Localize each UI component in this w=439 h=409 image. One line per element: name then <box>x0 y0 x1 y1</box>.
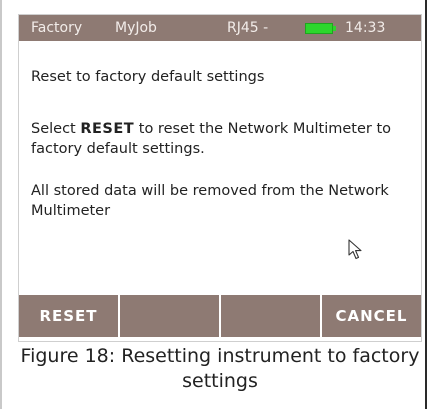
instruction-prefix: Select <box>31 121 81 137</box>
device-screen: Factory MyJob RJ45 - 14:33 Reset to fact… <box>18 14 422 342</box>
data-removal-notice: All stored data will be removed from the… <box>31 183 389 219</box>
cancel-button[interactable]: CANCEL <box>322 295 421 337</box>
status-time: 14:33 <box>345 20 386 36</box>
reset-instruction: Select RESET to reset the Network Multim… <box>31 119 411 159</box>
status-port: RJ45 - <box>227 20 269 36</box>
screen-title: Reset to factory default settings <box>31 69 265 85</box>
instruction-keyword: RESET <box>80 121 135 137</box>
status-job-name: MyJob <box>115 20 157 36</box>
document-left-rule <box>0 0 2 409</box>
battery-icon <box>305 23 336 34</box>
figure-caption: Figure 18: Resetting instrument to facto… <box>20 345 420 392</box>
device-bottom-strip <box>19 337 421 341</box>
status-app-name: Factory <box>31 20 83 36</box>
document-right-rule <box>425 0 427 409</box>
status-bar: Factory MyJob RJ45 - 14:33 <box>19 15 421 41</box>
softkey-3-button[interactable] <box>221 295 322 337</box>
softkey-bar: RESET CANCEL <box>19 295 421 337</box>
reset-button[interactable]: RESET <box>19 295 120 337</box>
mouse-pointer-icon <box>348 239 362 260</box>
softkey-2-button[interactable] <box>120 295 221 337</box>
